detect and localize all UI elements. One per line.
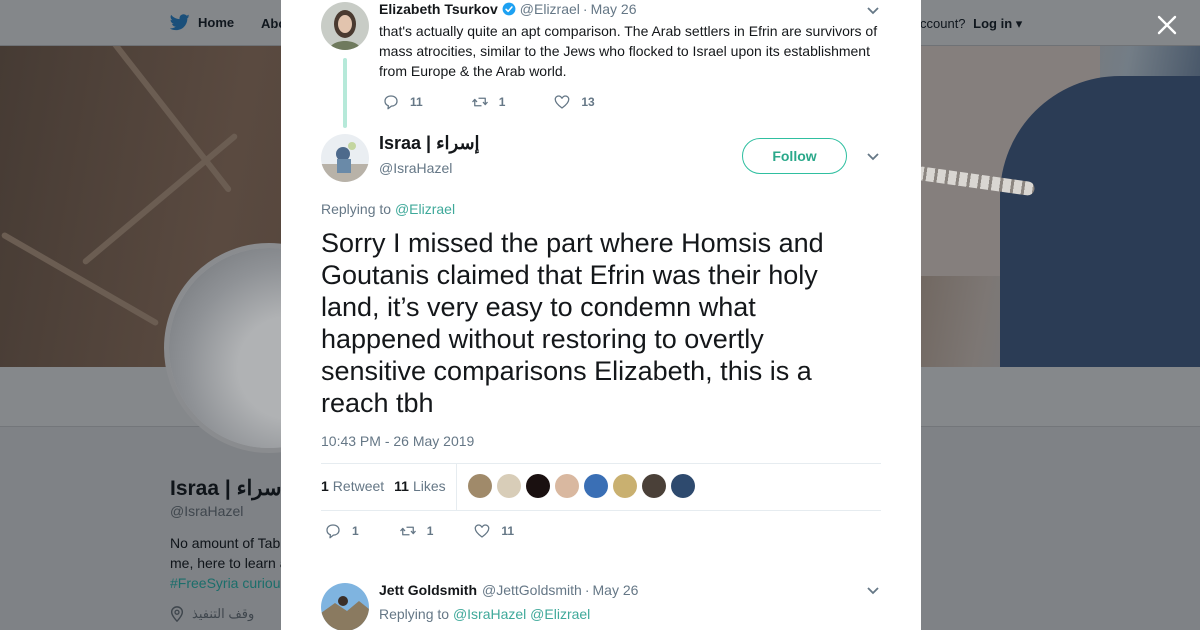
retweet-button[interactable]: 1: [399, 522, 434, 540]
like-count: 11: [501, 524, 515, 538]
reply-tweet-menu-chevron-icon[interactable]: [866, 586, 880, 596]
liker-avatar[interactable]: [642, 474, 666, 498]
reply-icon: [326, 524, 340, 539]
tweet-stats: 1 Retweet 11 Likes: [321, 478, 446, 494]
heart-icon: [474, 524, 490, 538]
reply-replying-prefix: Replying to: [379, 606, 450, 622]
parent-retweet-count: 1: [498, 95, 506, 109]
profile-handle: @IsraHazel: [170, 503, 244, 519]
tweet-menu-chevron-icon[interactable]: [866, 152, 880, 162]
parent-tweet-date[interactable]: May 26: [591, 1, 637, 17]
profile-bio-line: No amount of Tab: [170, 535, 281, 551]
tweet-actions: 1 1 11: [324, 522, 514, 540]
liker-avatar[interactable]: [613, 474, 637, 498]
like-button[interactable]: 11: [473, 522, 514, 540]
nav-account: ccount? Log in ▾: [920, 16, 1022, 32]
profile-bio-line: me, here to learn a: [170, 555, 288, 571]
login-link[interactable]: Log in: [973, 16, 1012, 31]
twitter-bird-icon: [170, 14, 190, 31]
parent-tweet-header: Elizabeth Tsurkov @Elizrael · May 26: [379, 1, 637, 17]
parent-like-count: 13: [581, 95, 595, 109]
liker-avatar[interactable]: [526, 474, 550, 498]
likes-stat[interactable]: 11 Likes: [394, 478, 446, 494]
replying-to: Replying to @Elizrael: [321, 201, 455, 217]
profile-location-text: وقف التنفيذ: [192, 606, 255, 621]
heart-icon: [554, 95, 570, 109]
retweets-stat[interactable]: 1 Retweet: [321, 478, 384, 494]
reply-tweet-header: Jett Goldsmith @JettGoldsmith · May 26: [379, 582, 639, 598]
parent-reply-button[interactable]: 11: [382, 93, 423, 111]
reply-author-avatar[interactable]: [321, 583, 369, 630]
parent-retweet-button[interactable]: 1: [471, 93, 506, 111]
stats-separator: [456, 464, 457, 510]
liker-avatar[interactable]: [555, 474, 579, 498]
account-prompt: ccount?: [920, 16, 966, 31]
reply-count: 1: [352, 524, 359, 538]
nav-home-label: Home: [198, 15, 235, 30]
reply-button[interactable]: 1: [324, 522, 359, 540]
reply-replying-to: Replying to @IsraHazel @Elizrael: [379, 606, 590, 622]
tweet-timestamp[interactable]: 10:43 PM - 26 May 2019: [321, 433, 474, 449]
reply-tweet-date[interactable]: May 26: [593, 582, 639, 598]
reply-author-name[interactable]: Jett Goldsmith: [379, 582, 477, 598]
follow-button[interactable]: Follow: [742, 138, 847, 174]
parent-like-button[interactable]: 13: [553, 93, 595, 111]
divider: [321, 510, 881, 511]
location-pin-icon: [170, 606, 184, 622]
liker-avatar[interactable]: [497, 474, 521, 498]
retweet-icon: [399, 526, 416, 536]
parent-author-name[interactable]: Elizabeth Tsurkov: [379, 1, 498, 17]
parent-tweet-actions: 11 1 13: [382, 93, 595, 111]
tweet-author-avatar[interactable]: [321, 134, 369, 182]
retweet-icon: [471, 97, 488, 107]
divider: [321, 463, 881, 464]
retweet-count: 1: [426, 524, 434, 538]
liker-avatar[interactable]: [671, 474, 695, 498]
tweet-author-name[interactable]: Israa | إسراء: [379, 133, 480, 154]
reply-replying-link-1[interactable]: @IsraHazel: [453, 606, 526, 622]
reply-icon: [384, 95, 398, 110]
profile-location: وقف التنفيذ: [170, 606, 254, 622]
login-caret-icon: ▾: [1015, 16, 1023, 31]
liker-avatar[interactable]: [468, 474, 492, 498]
close-modal-button[interactable]: [1152, 10, 1182, 40]
nav-home[interactable]: Home: [170, 14, 234, 31]
tweet-author-handle[interactable]: @IsraHazel: [379, 160, 452, 176]
parent-author-avatar[interactable]: [321, 2, 369, 50]
thread-connector-line: [343, 58, 347, 128]
tweet-text: Sorry I missed the part where Homsis and…: [321, 228, 824, 418]
replying-to-prefix: Replying to: [321, 201, 392, 217]
profile-bio-hashtag[interactable]: #FreeSyria curiou: [170, 575, 281, 591]
profile-name: Israa | إسراء: [170, 477, 288, 500]
reply-author-handle[interactable]: @JettGoldsmith: [482, 582, 582, 598]
liker-avatars: [468, 474, 695, 498]
liker-avatar[interactable]: [584, 474, 608, 498]
parent-reply-count: 11: [410, 95, 423, 109]
reply-replying-link-2[interactable]: @Elizrael: [530, 606, 590, 622]
parent-tweet-text: that's actually quite an apt comparison.…: [379, 23, 878, 79]
parent-author-handle[interactable]: @Elizrael: [520, 1, 580, 17]
verified-badge-icon: [502, 2, 516, 16]
close-icon: [1157, 15, 1177, 35]
tweet-modal: Elizabeth Tsurkov @Elizrael · May 26 tha…: [281, 0, 921, 630]
replying-to-link[interactable]: @Elizrael: [395, 201, 455, 217]
parent-tweet-menu-chevron-icon[interactable]: [866, 6, 880, 16]
